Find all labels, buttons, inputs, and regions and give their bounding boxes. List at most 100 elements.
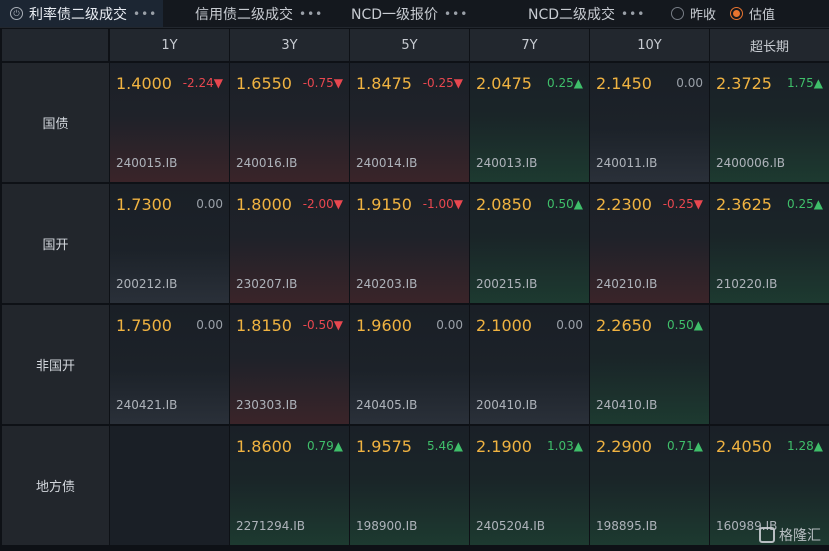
empty-cell xyxy=(710,305,829,424)
yield-cell[interactable]: 2.3725 1.75▲ 2400006.IB xyxy=(710,63,829,182)
yield-value: 1.7500 xyxy=(116,316,172,335)
yield-cell[interactable]: 1.6550 -0.75▼ 240016.IB xyxy=(230,63,349,182)
yield-cell[interactable]: 2.2650 0.50▲ 240410.IB xyxy=(590,305,709,424)
header-corner xyxy=(2,29,108,61)
change-value: 5.46▲ xyxy=(427,439,463,453)
bond-code: 240015.IB xyxy=(116,156,178,170)
yield-cell[interactable]: 2.3625 0.25▲ 210220.IB xyxy=(710,184,829,303)
yield-value: 2.2900 xyxy=(596,437,652,456)
yield-cell[interactable]: 1.7300 0.00 200212.IB xyxy=(110,184,229,303)
yield-cell[interactable]: 2.2900 0.71▲ 198895.IB xyxy=(590,426,709,545)
yield-cell[interactable]: 1.7500 0.00 240421.IB xyxy=(110,305,229,424)
change-text: 5.46 xyxy=(427,439,454,453)
change-text: 0.25 xyxy=(547,76,574,90)
radio-icon[interactable] xyxy=(671,7,684,20)
bond-code: 200215.IB xyxy=(476,277,538,291)
tab-label: 信用债二级成交 xyxy=(195,6,293,23)
change-value: 0.00 xyxy=(196,197,223,211)
yield-cell[interactable]: 2.0475 0.25▲ 240013.IB xyxy=(470,63,589,182)
yield-value: 1.4000 xyxy=(116,74,172,93)
yield-cell[interactable]: 2.1000 0.00 200410.IB xyxy=(470,305,589,424)
tab-rate-bond-secondary[interactable]: ⏻ 利率债二级成交 ••• xyxy=(0,0,163,27)
column-header[interactable]: 7Y xyxy=(470,29,589,61)
bond-code: 200212.IB xyxy=(116,277,178,291)
change-text: 1.03 xyxy=(547,439,574,453)
bond-code: 198895.IB xyxy=(596,519,658,533)
yield-cell[interactable]: 2.2300 -0.25▼ 240210.IB xyxy=(590,184,709,303)
pin-icon[interactable]: ⏻ xyxy=(10,7,23,20)
yield-cell[interactable]: 2.0850 0.50▲ 200215.IB xyxy=(470,184,589,303)
watermark: 格隆汇 xyxy=(759,525,821,545)
bond-code: 240203.IB xyxy=(356,277,418,291)
change-text: 0.50 xyxy=(667,318,694,332)
change-text: -2.00 xyxy=(302,197,334,211)
watermark-text: 格隆汇 xyxy=(779,528,821,544)
column-header[interactable]: 10Y xyxy=(590,29,709,61)
change-value: 0.79▲ xyxy=(307,439,343,453)
change-value: -0.25▼ xyxy=(663,197,703,211)
change-value: 1.75▲ xyxy=(787,76,823,90)
tab-label: NCD二级成交 xyxy=(528,6,616,23)
bond-code: 240210.IB xyxy=(596,277,658,291)
row-label: 国开 xyxy=(2,184,109,303)
yield-cell[interactable]: 1.9600 0.00 240405.IB xyxy=(350,305,469,424)
yield-value: 1.9150 xyxy=(356,195,412,214)
change-text: 0.00 xyxy=(436,318,463,332)
column-header[interactable]: 1Y xyxy=(110,29,229,61)
yield-cell[interactable]: 2.1450 0.00 240011.IB xyxy=(590,63,709,182)
yield-cell[interactable]: 1.9575 5.46▲ 198900.IB xyxy=(350,426,469,545)
change-value: 0.00 xyxy=(196,318,223,332)
down-arrow-icon: ▼ xyxy=(333,318,343,332)
yield-cell[interactable]: 2.1900 1.03▲ 2405204.IB xyxy=(470,426,589,545)
more-icon[interactable]: ••• xyxy=(133,7,157,21)
radio-valuation[interactable]: 估值 xyxy=(730,0,775,27)
yield-cell[interactable]: 1.8600 0.79▲ 2271294.IB xyxy=(230,426,349,545)
down-arrow-icon: ▼ xyxy=(213,76,223,90)
bond-code: 240410.IB xyxy=(596,398,658,412)
change-value: -1.00▼ xyxy=(423,197,463,211)
column-header[interactable]: 3Y xyxy=(230,29,349,61)
radio-selected-icon[interactable] xyxy=(730,7,743,20)
change-value: 0.71▲ xyxy=(667,439,703,453)
yield-cell[interactable]: 1.8475 -0.25▼ 240014.IB xyxy=(350,63,469,182)
more-icon[interactable]: ••• xyxy=(444,7,468,21)
yield-value: 2.1900 xyxy=(476,437,532,456)
change-text: 0.71 xyxy=(667,439,694,453)
change-value: 1.03▲ xyxy=(547,439,583,453)
bond-code: 240421.IB xyxy=(116,398,178,412)
yield-value: 2.0850 xyxy=(476,195,532,214)
yield-cell[interactable]: 1.8150 -0.50▼ 230303.IB xyxy=(230,305,349,424)
change-value: 0.00 xyxy=(556,318,583,332)
yield-value: 1.8150 xyxy=(236,316,292,335)
more-icon[interactable]: ••• xyxy=(621,7,645,21)
yield-value: 2.3625 xyxy=(716,195,772,214)
change-text: -0.75 xyxy=(302,76,334,90)
yield-cell[interactable]: 1.4000 -2.24▼ 240015.IB xyxy=(110,63,229,182)
yield-cell[interactable]: 1.8000 -2.00▼ 230207.IB xyxy=(230,184,349,303)
change-text: 1.28 xyxy=(787,439,814,453)
change-value: 0.00 xyxy=(676,76,703,90)
up-arrow-icon: ▲ xyxy=(573,439,583,453)
empty-cell xyxy=(110,426,229,545)
yield-cell[interactable]: 1.9150 -1.00▼ 240203.IB xyxy=(350,184,469,303)
bond-code: 210220.IB xyxy=(716,277,778,291)
tab-ncd-secondary[interactable]: NCD二级成交 ••• xyxy=(528,0,645,27)
column-header[interactable]: 超长期 xyxy=(710,29,829,61)
yield-value: 1.8600 xyxy=(236,437,292,456)
tab-credit-bond-secondary[interactable]: 信用债二级成交 ••• xyxy=(195,0,323,27)
change-text: -0.25 xyxy=(662,197,694,211)
up-arrow-icon: ▲ xyxy=(333,439,343,453)
yield-value: 1.7300 xyxy=(116,195,172,214)
change-text: 0.00 xyxy=(196,318,223,332)
change-value: -0.25▼ xyxy=(423,76,463,90)
row-label: 地方债 xyxy=(2,426,109,545)
change-value: 0.25▲ xyxy=(787,197,823,211)
tab-ncd-primary[interactable]: NCD一级报价 ••• xyxy=(351,0,468,27)
yield-value: 2.2650 xyxy=(596,316,652,335)
radio-prev-close[interactable]: 昨收 xyxy=(671,0,716,27)
yield-value: 2.0475 xyxy=(476,74,532,93)
bond-code: 240405.IB xyxy=(356,398,418,412)
column-header[interactable]: 5Y xyxy=(350,29,469,61)
up-arrow-icon: ▲ xyxy=(573,76,583,90)
more-icon[interactable]: ••• xyxy=(299,7,323,21)
